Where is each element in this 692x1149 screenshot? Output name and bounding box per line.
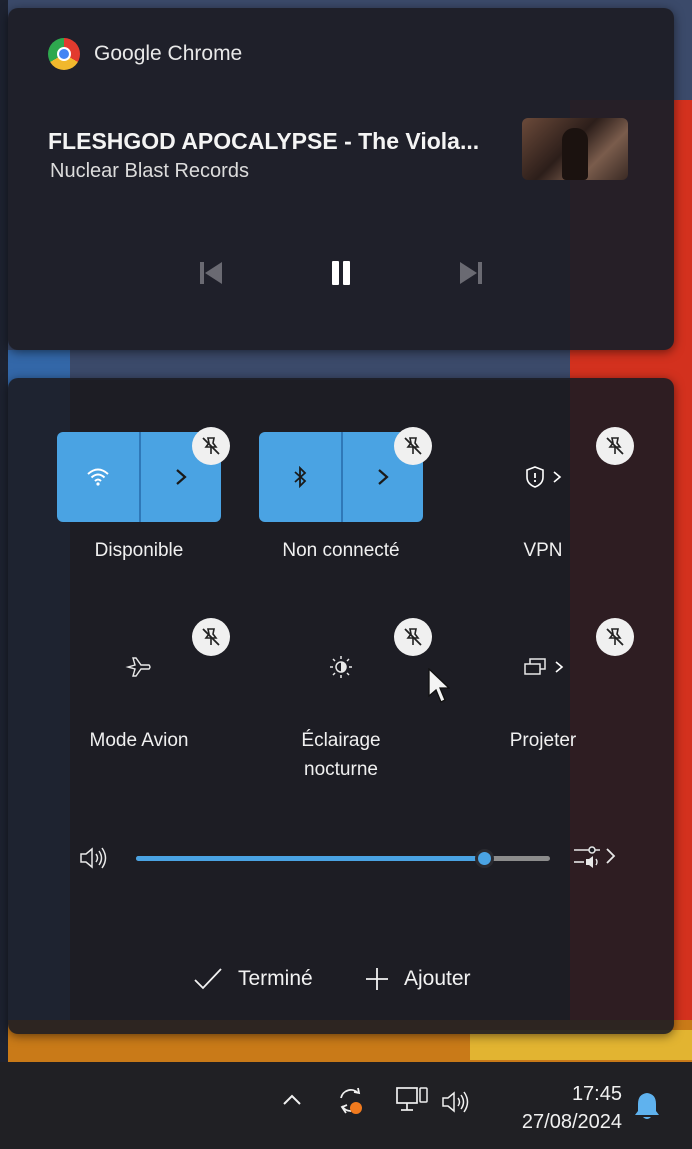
next-track-button[interactable] — [446, 248, 496, 298]
tile-label-project: Projeter — [509, 730, 577, 751]
unpin-icon — [404, 628, 422, 646]
brightness-icon — [330, 656, 352, 678]
network-icon — [396, 1087, 428, 1111]
unpin-wifi-button[interactable] — [192, 427, 230, 465]
speaker-icon — [80, 847, 107, 869]
chevron-right-icon — [553, 471, 562, 483]
clock-time: 17:45 — [571, 1083, 622, 1105]
notifications-button[interactable] — [632, 1090, 662, 1122]
album-thumbnail[interactable] — [522, 118, 628, 180]
clock-date: 27/08/2024 — [521, 1111, 622, 1133]
previous-track-icon — [200, 262, 222, 284]
media-flyout: Google Chrome FLESHGOD APOCALYPSE - The … — [8, 8, 674, 350]
chevron-right-icon — [378, 469, 389, 485]
volume-slider[interactable] — [136, 849, 550, 868]
show-hidden-icons-button[interactable] — [280, 1088, 304, 1112]
wifi-icon — [87, 468, 109, 486]
unpin-icon — [202, 437, 220, 455]
mouse-cursor-icon — [428, 668, 450, 703]
media-title: FLESHGOD APOCALYPSE - The Viola... — [48, 128, 480, 154]
airplane-icon — [125, 657, 151, 677]
project-icon — [524, 658, 546, 675]
unpin-vpn-button[interactable] — [596, 427, 634, 465]
audio-output-icon — [574, 846, 616, 868]
media-app-header: Google Chrome — [48, 38, 242, 70]
pause-button[interactable] — [316, 248, 366, 298]
tile-label-night-light: Éclairage nocturne — [241, 726, 441, 784]
clock-button[interactable]: 17:45 27/08/2024 — [498, 1080, 622, 1136]
done-label: Terminé — [238, 967, 313, 990]
media-app-name: Google Chrome — [94, 42, 243, 65]
chrome-logo-icon — [48, 38, 80, 70]
unpin-icon — [404, 437, 422, 455]
tile-label-bluetooth: Non connecté — [282, 540, 400, 561]
tile-label-airplane: Mode Avion — [89, 730, 189, 751]
next-track-icon — [460, 262, 482, 284]
add-button[interactable]: Ajouter — [364, 966, 471, 992]
media-artist: Nuclear Blast Records — [50, 160, 249, 182]
checkmark-icon — [194, 968, 222, 990]
taskbar: 17:45 27/08/2024 — [0, 1062, 692, 1149]
unpin-icon — [606, 628, 624, 646]
sync-icon — [340, 1087, 362, 1114]
unpin-icon — [606, 437, 624, 455]
tile-label-night-light-line1: Éclairage — [301, 730, 381, 751]
add-label: Ajouter — [404, 967, 471, 990]
sync-status-button[interactable] — [334, 1084, 368, 1118]
unpin-airplane-button[interactable] — [192, 618, 230, 656]
volume-slider-thumb[interactable] — [474, 849, 494, 868]
volume-button[interactable] — [440, 1088, 472, 1116]
plus-icon — [366, 968, 388, 990]
media-controls — [8, 248, 674, 298]
wifi-toggle[interactable] — [57, 432, 139, 522]
volume-slider-fill — [136, 856, 484, 861]
audio-output-button[interactable] — [570, 840, 620, 879]
mute-button[interactable] — [78, 844, 110, 877]
tile-label-night-light-line2: nocturne — [304, 759, 378, 780]
unpin-icon — [202, 628, 220, 646]
unpin-bluetooth-button[interactable] — [394, 427, 432, 465]
tile-label-wifi: Disponible — [94, 540, 184, 561]
bluetooth-toggle[interactable] — [259, 432, 341, 522]
pause-icon — [332, 261, 350, 285]
chevron-right-icon — [555, 661, 564, 673]
network-button[interactable] — [394, 1084, 430, 1116]
tile-label-vpn: VPN — [523, 540, 563, 561]
unpin-project-button[interactable] — [596, 618, 634, 656]
unpin-night-light-button[interactable] — [394, 618, 432, 656]
quick-settings-panel: Disponible Non connecté VPN Mode Avion É… — [8, 378, 674, 1034]
volume-icon — [442, 1091, 469, 1113]
done-button[interactable]: Terminé — [192, 966, 313, 992]
chevron-up-icon — [283, 1094, 301, 1105]
shield-icon — [526, 466, 544, 488]
bluetooth-icon — [294, 466, 307, 488]
volume-control — [78, 838, 638, 878]
notification-bell-icon — [635, 1093, 659, 1119]
chevron-right-icon — [176, 469, 187, 485]
previous-track-button[interactable] — [186, 248, 236, 298]
